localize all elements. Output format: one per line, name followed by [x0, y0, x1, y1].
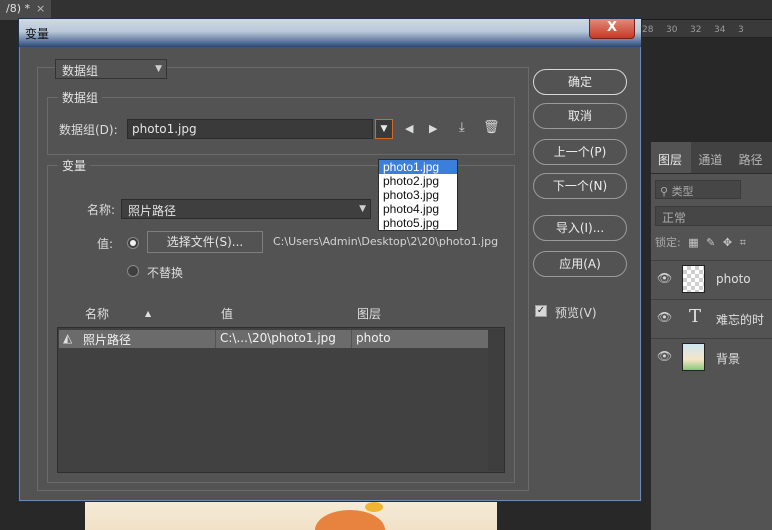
layer-filter-select[interactable]: ⚲ 类型 — [655, 180, 741, 199]
dialog-body: 数据组 ▼ 数据组 数据组(D): photo1.jpg ▼ ◀ ▶ ⤓ 🗑 变… — [23, 47, 637, 497]
eye-icon[interactable]: 👁 — [657, 310, 672, 324]
search-icon: ⚲ — [660, 185, 669, 198]
layer-name: photo — [716, 272, 751, 286]
variable-name-value: 照片路径 — [128, 204, 177, 218]
lock-label: 锁定: — [655, 236, 681, 249]
close-button[interactable]: X — [589, 19, 635, 39]
dialog-titlebar[interactable]: 变量 X — [19, 19, 641, 47]
previous-button[interactable]: 上一个(P) — [533, 139, 627, 165]
column-separator — [215, 330, 216, 348]
column-separator — [351, 330, 352, 348]
dataset-dropdown-button[interactable]: ▼ — [375, 119, 393, 139]
table-cell-layer: photo — [356, 331, 391, 345]
layer-row[interactable]: 👁 photo — [651, 260, 772, 298]
next-dataset-icon[interactable]: ▶ — [429, 122, 437, 135]
lock-transparent-icon[interactable]: ▦ — [688, 236, 698, 249]
document-tab-bar: /8) * × — [0, 0, 772, 20]
eye-icon[interactable]: 👁 — [657, 271, 672, 285]
lock-paint-icon[interactable]: ✎ — [706, 236, 715, 249]
lock-row: 锁定: ▦ ✎ ✥ ⌗ — [655, 234, 746, 250]
dropdown-option[interactable]: photo1.jpg — [379, 160, 457, 174]
dropdown-option[interactable]: photo4.jpg — [379, 202, 457, 216]
layer-row[interactable]: 👁 T 难忘的时 — [651, 299, 772, 337]
document-tab[interactable]: /8) * × — [0, 0, 52, 20]
chevron-down-icon: ▼ — [380, 124, 388, 134]
document-tab-label: /8) * — [6, 2, 30, 15]
ruler-tick: 32 — [690, 25, 702, 35]
variable-name-select[interactable]: 照片路径 ▼ — [121, 199, 371, 219]
table-scrollbar[interactable] — [488, 329, 504, 471]
layers-panel-tabs: 图层 通道 路径 — [651, 142, 772, 174]
apply-button[interactable]: 应用(A) — [533, 251, 627, 277]
horizontal-ruler: 28 30 32 34 3 — [636, 20, 772, 38]
dataset-value: photo1.jpg — [132, 122, 197, 136]
dropdown-option[interactable]: photo3.jpg — [379, 188, 457, 202]
previous-dataset-icon[interactable]: ◀ — [405, 122, 413, 135]
lock-move-icon[interactable]: ✥ — [723, 236, 732, 249]
ruler-tick: 28 — [642, 25, 654, 35]
variable-group-legend: 变量 — [58, 157, 91, 174]
view-mode-select[interactable]: 数据组 ▼ — [55, 59, 167, 79]
ok-button[interactable]: 确定 — [533, 69, 627, 95]
layer-thumbnail — [682, 343, 705, 371]
blend-mode-select[interactable]: 正常 — [655, 206, 772, 226]
preview-label: 预览(V) — [555, 306, 597, 320]
tab-paths[interactable]: 路径 — [732, 142, 772, 173]
view-mode-label: 数据组 — [62, 64, 99, 78]
layer-thumbnail — [682, 265, 705, 293]
column-header-value[interactable]: 值 — [221, 305, 233, 322]
dataset-label: 数据组(D): — [59, 123, 118, 137]
preview-checkbox[interactable]: ✓ — [535, 305, 547, 317]
dataset-dropdown-list: photo1.jpg photo2.jpg photo3.jpg photo4.… — [378, 159, 458, 231]
file-path-text: C:\Users\Admin\Desktop\2\20\photo1.jpg — [273, 235, 499, 248]
close-icon[interactable]: × — [36, 2, 45, 15]
tab-layers[interactable]: 图层 — [651, 142, 692, 173]
text-layer-icon: T — [689, 306, 702, 327]
dataset-select[interactable]: photo1.jpg — [127, 119, 373, 139]
table-cell-value: C:\...\20\photo1.jpg — [220, 331, 336, 345]
variable-name-label: 名称: — [87, 203, 116, 217]
layer-name: 背景 — [716, 352, 741, 366]
dropdown-option[interactable]: photo5.jpg — [379, 216, 457, 230]
layers-panel: 图层 通道 路径 ⚲ 类型 正常 锁定: ▦ ✎ ✥ ⌗ 👁 photo 👁 T… — [650, 142, 772, 530]
table-row[interactable]: ◭ 照片路径 C:\...\20\photo1.jpg photo — [59, 330, 488, 348]
tab-channels[interactable]: 通道 — [691, 142, 731, 173]
dropdown-option[interactable]: photo2.jpg — [379, 174, 457, 188]
sort-ascending-icon: ▲ — [145, 309, 152, 318]
chevron-down-icon: ▼ — [155, 64, 162, 74]
import-button[interactable]: 导入(I)... — [533, 215, 627, 241]
image-variable-icon: ◭ — [63, 331, 73, 345]
ruler-tick: 34 — [714, 25, 726, 35]
layer-name: 难忘的时 — [716, 313, 765, 327]
column-header-layer[interactable]: 图层 — [357, 305, 381, 322]
canvas-image — [85, 500, 497, 530]
dialog-title: 变量 — [25, 27, 50, 41]
illustration-fruit — [315, 510, 385, 530]
next-button[interactable]: 下一个(N) — [533, 173, 627, 199]
save-dataset-icon[interactable]: ⤓ — [459, 120, 465, 135]
trash-icon[interactable]: 🗑 — [483, 120, 500, 135]
replace-file-radio[interactable] — [127, 237, 139, 249]
lock-artboard-icon[interactable]: ⌗ — [740, 236, 746, 249]
variables-dialog: 变量 X 数据组 ▼ 数据组 数据组(D): photo1.jpg ▼ ◀ ▶ … — [18, 18, 642, 502]
variables-table: ◭ 照片路径 C:\...\20\photo1.jpg photo — [57, 327, 505, 473]
ruler-tick: 3 — [738, 25, 744, 35]
choose-file-button[interactable]: 选择文件(S)... — [147, 231, 263, 253]
dataset-group-legend: 数据组 — [58, 89, 103, 106]
layer-row[interactable]: 👁 背景 — [651, 338, 772, 376]
layer-filter-label: 类型 — [671, 185, 694, 198]
illustration-leaf — [365, 502, 383, 512]
no-replace-radio[interactable] — [127, 265, 139, 277]
table-cell-name: 照片路径 — [83, 333, 132, 347]
cancel-button[interactable]: 取消 — [533, 103, 627, 129]
column-header-name[interactable]: 名称 — [85, 305, 109, 322]
no-replace-label: 不替换 — [147, 266, 184, 280]
chevron-down-icon: ▼ — [359, 204, 366, 214]
value-label: 值: — [97, 237, 114, 251]
blend-mode-label: 正常 — [662, 211, 687, 225]
ruler-tick: 30 — [666, 25, 678, 35]
eye-icon[interactable]: 👁 — [657, 349, 672, 363]
